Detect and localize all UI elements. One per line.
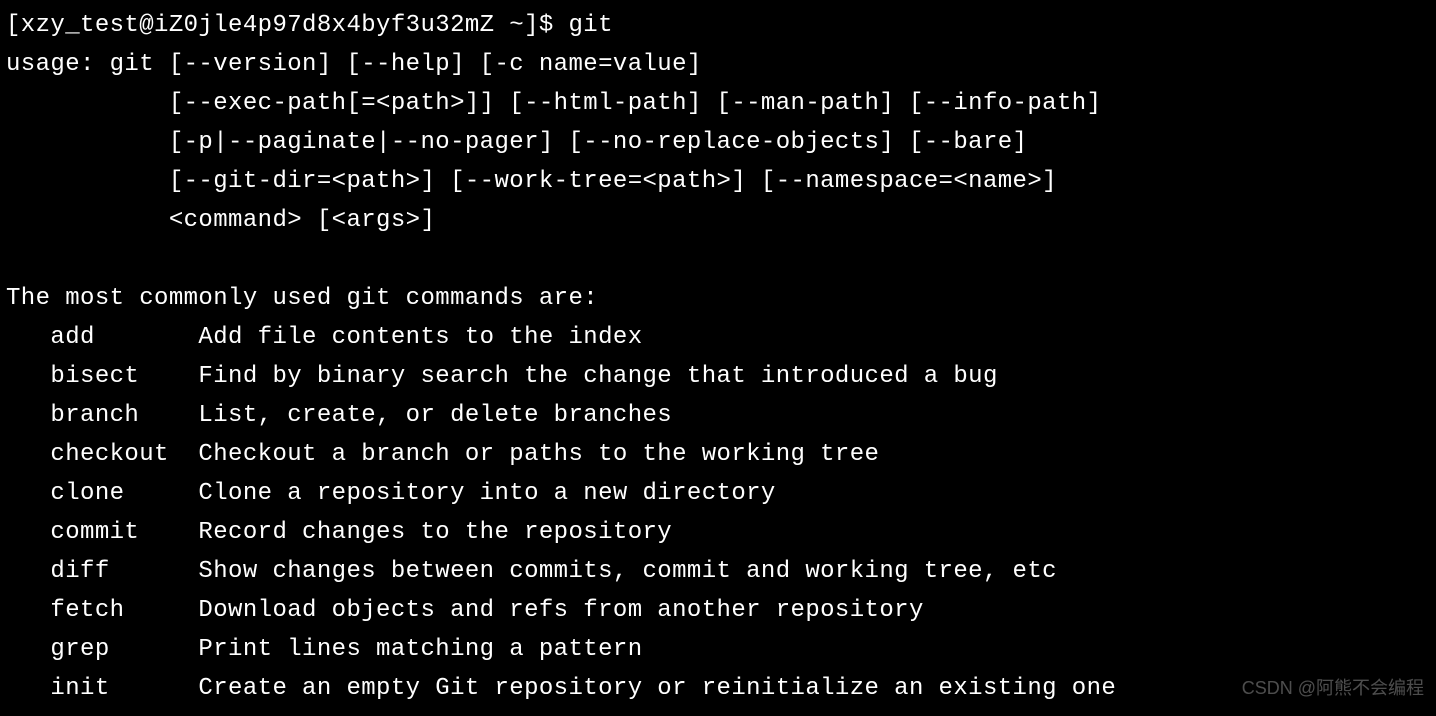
command-row-fetch: fetch Download objects and refs from ano… — [0, 591, 1436, 630]
command-row-commit: commit Record changes to the repository — [0, 513, 1436, 552]
command-row-diff: diff Show changes between commits, commi… — [0, 552, 1436, 591]
command-row-bisect: bisect Find by binary search the change … — [0, 357, 1436, 396]
command-row-grep: grep Print lines matching a pattern — [0, 630, 1436, 669]
command-row-clone: clone Clone a repository into a new dire… — [0, 474, 1436, 513]
usage-line-4: [--git-dir=<path>] [--work-tree=<path>] … — [0, 162, 1436, 201]
blank-line — [0, 240, 1436, 279]
commands-heading: The most commonly used git commands are: — [0, 279, 1436, 318]
usage-line-5: <command> [<args>] — [0, 201, 1436, 240]
usage-line-3: [-p|--paginate|--no-pager] [--no-replace… — [0, 123, 1436, 162]
command-row-add: add Add file contents to the index — [0, 318, 1436, 357]
command-row-init: init Create an empty Git repository or r… — [0, 669, 1436, 708]
command-row-branch: branch List, create, or delete branches — [0, 396, 1436, 435]
terminal-prompt-line[interactable]: [xzy_test@iZ0jle4p97d8x4byf3u32mZ ~]$ gi… — [0, 6, 1436, 45]
command-row-checkout: checkout Checkout a branch or paths to t… — [0, 435, 1436, 474]
usage-line-1: usage: git [--version] [--help] [-c name… — [0, 45, 1436, 84]
usage-line-2: [--exec-path[=<path>]] [--html-path] [--… — [0, 84, 1436, 123]
